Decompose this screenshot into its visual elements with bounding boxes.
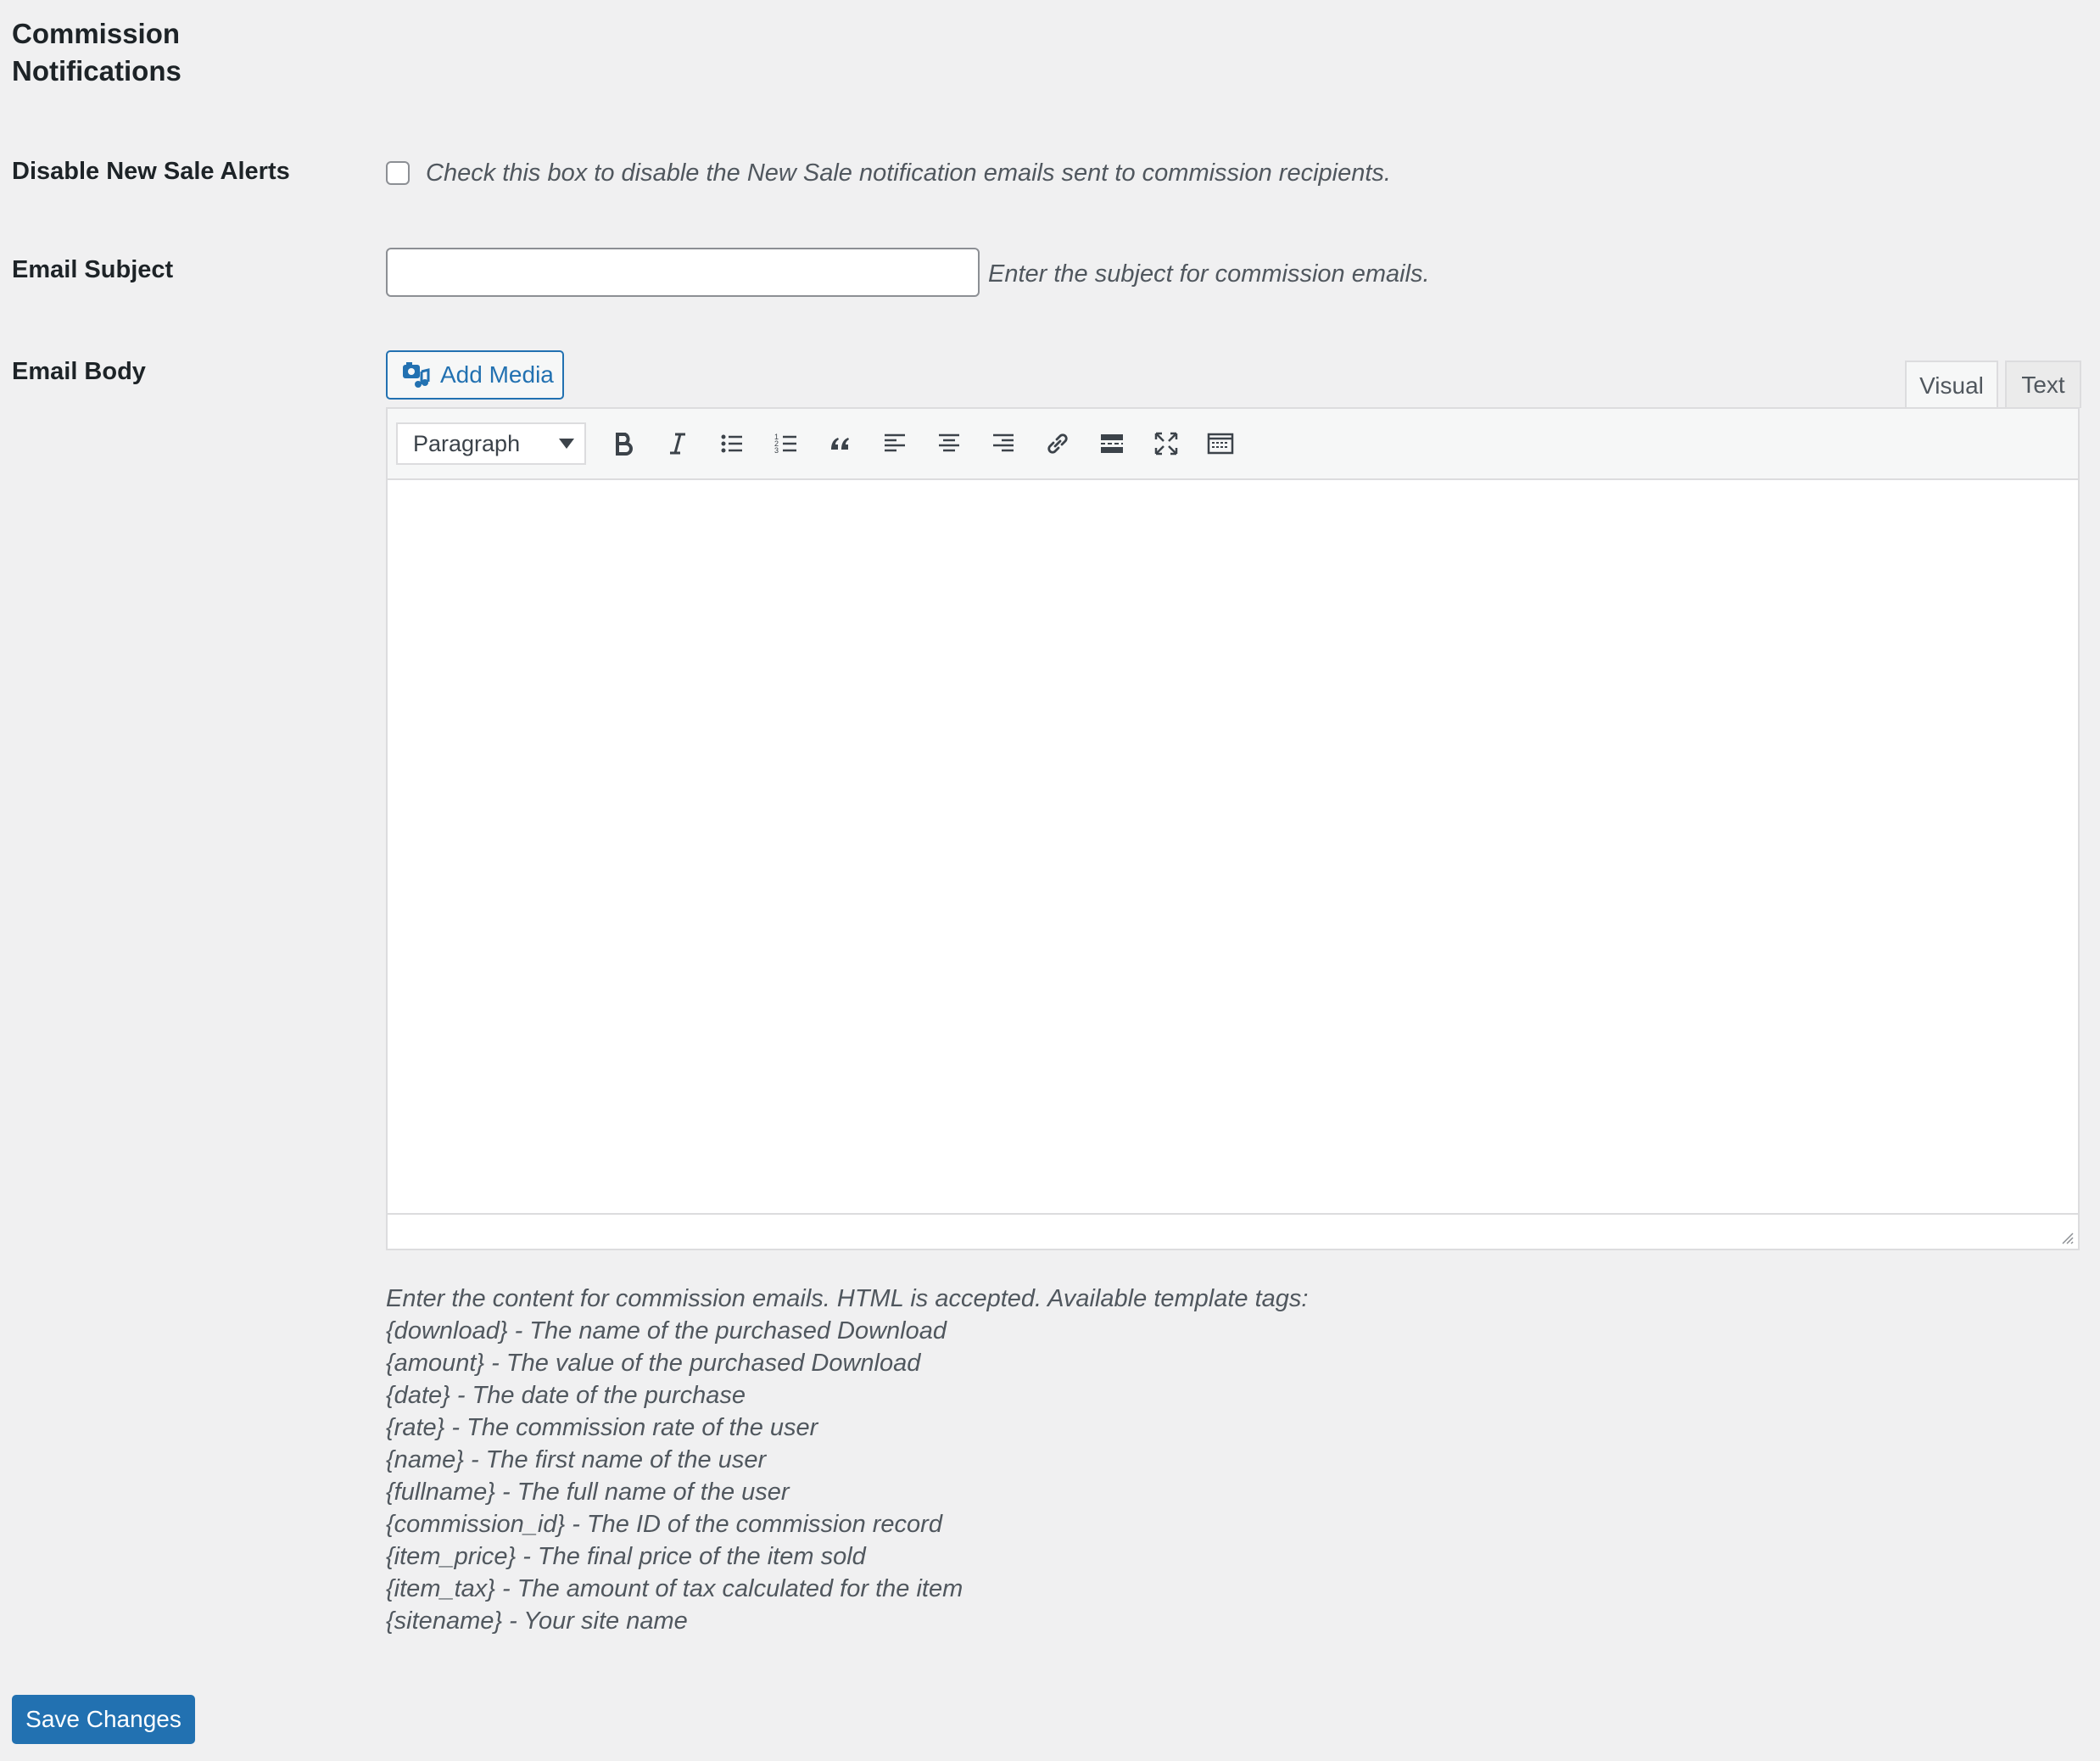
save-changes-button[interactable]: Save Changes	[12, 1695, 195, 1744]
align-center-icon	[939, 433, 959, 452]
help-tag: {date} - The date of the purchase	[386, 1382, 746, 1409]
format-select-value: Paragraph	[413, 430, 521, 456]
align-center-button[interactable]	[922, 420, 976, 467]
help-tag: {item_tax} - The amount of tax calculate…	[386, 1575, 963, 1602]
help-tag: {fullname} - The full name of the user	[386, 1479, 790, 1506]
email-subject-description: Enter the subject for commission emails.	[988, 260, 1430, 288]
bullet-list-button[interactable]	[705, 420, 759, 467]
read-more-button[interactable]	[1085, 420, 1139, 467]
editor-toolbar: Paragraph 123	[388, 409, 2078, 480]
help-tag: {name} - The first name of the user	[386, 1446, 767, 1473]
section-title-line2: Notifications	[12, 55, 182, 87]
help-tag: {amount} - The value of the purchased Do…	[386, 1350, 921, 1377]
help-intro: Enter the content for commission emails.…	[386, 1285, 1309, 1312]
help-tag: {commission_id} - The ID of the commissi…	[386, 1511, 942, 1538]
editor-content-area[interactable]	[388, 480, 2078, 1213]
tab-visual[interactable]: Visual	[1905, 361, 1998, 410]
numbered-list-icon: 123	[774, 433, 796, 455]
section-title: Commission Notifications	[12, 15, 232, 90]
bold-icon	[616, 433, 633, 456]
media-icon	[401, 360, 432, 390]
align-left-icon	[885, 433, 905, 452]
tab-text[interactable]: Text	[2005, 361, 2081, 408]
add-media-label: Add Media	[440, 361, 554, 388]
format-select[interactable]: Paragraph	[396, 422, 586, 465]
help-tag: {sitename} - Your site name	[386, 1607, 688, 1635]
help-tag: {rate} - The commission rate of the user	[386, 1414, 818, 1441]
align-right-button[interactable]	[976, 420, 1030, 467]
email-body-editor: Paragraph 123	[386, 407, 2080, 1250]
section-title-line1: Commission	[12, 18, 181, 49]
chevron-down-icon	[559, 439, 574, 449]
blockquote-icon	[831, 438, 849, 450]
fullscreen-button[interactable]	[1139, 420, 1193, 467]
blockquote-button[interactable]	[813, 420, 868, 467]
disable-alerts-checkbox[interactable]	[386, 161, 410, 185]
email-subject-input[interactable]	[386, 248, 980, 297]
align-left-button[interactable]	[868, 420, 922, 467]
toolbar-toggle-icon	[1207, 433, 1234, 455]
help-tag: {item_price} - The final price of the it…	[386, 1543, 866, 1570]
email-body-label: Email Body	[12, 358, 146, 385]
link-icon	[1047, 433, 1068, 454]
align-right-icon	[993, 433, 1014, 452]
italic-button[interactable]	[651, 420, 705, 467]
link-button[interactable]	[1030, 420, 1085, 467]
email-subject-label: Email Subject	[12, 256, 174, 283]
template-tags-help: Enter the content for commission emails.…	[386, 1283, 1308, 1637]
svg-text:3: 3	[774, 446, 779, 455]
disable-alerts-label: Disable New Sale Alerts	[12, 158, 290, 185]
resize-handle-icon[interactable]	[2058, 1228, 2075, 1245]
add-media-button[interactable]: Add Media	[386, 350, 564, 400]
fullscreen-icon	[1154, 432, 1178, 456]
italic-icon	[670, 433, 685, 455]
bullet-list-icon	[721, 434, 742, 453]
bold-button[interactable]	[596, 420, 651, 467]
numbered-list-button[interactable]: 123	[759, 420, 813, 467]
toolbar-toggle-button[interactable]	[1193, 420, 1248, 467]
editor-statusbar	[388, 1213, 2078, 1249]
help-tag: {download} - The name of the purchased D…	[386, 1317, 947, 1345]
disable-alerts-description: Check this box to disable the New Sale n…	[426, 159, 1391, 187]
read-more-icon	[1101, 434, 1123, 453]
